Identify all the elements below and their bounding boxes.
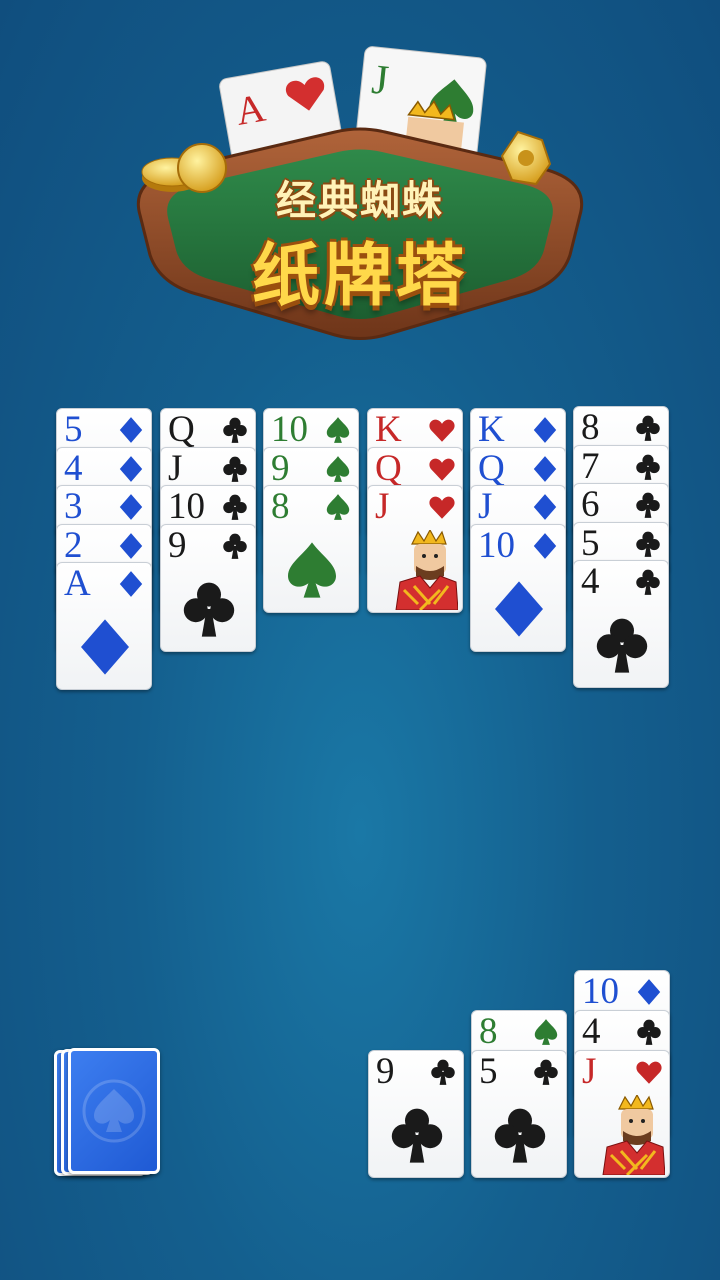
- club-icon: [223, 494, 247, 520]
- card-rank: 7: [581, 445, 600, 487]
- club-icon: [636, 454, 660, 480]
- club-icon: [636, 531, 660, 557]
- card-rank: 8: [581, 407, 600, 448]
- card-rank: 5: [479, 1051, 498, 1092]
- diamond-icon: [119, 455, 143, 482]
- diamond-icon: [533, 494, 557, 520]
- card-rank: 10: [168, 486, 205, 527]
- card-rank: 5: [64, 409, 83, 450]
- spade-icon: [288, 542, 336, 598]
- club-icon: [534, 1059, 558, 1085]
- card-9-club[interactable]: 9: [368, 1050, 464, 1178]
- card-rank: A: [64, 563, 91, 604]
- pile: 87654: [573, 406, 669, 688]
- diamond-icon: [533, 417, 557, 443]
- card-rank: J: [168, 447, 183, 489]
- card-rank: K: [375, 409, 402, 450]
- pile: 85: [471, 1010, 567, 1178]
- card-A-diamond[interactable]: A: [56, 562, 152, 690]
- spade-icon: [534, 1019, 558, 1045]
- pile: KQJ: [367, 408, 463, 613]
- diamond-icon: [119, 417, 143, 443]
- card-rank: Q: [168, 409, 195, 450]
- card-rank: 4: [581, 561, 600, 602]
- card-rank: 2: [64, 524, 83, 566]
- spade-icon: [326, 417, 350, 443]
- card-J-heart[interactable]: J: [574, 1050, 670, 1178]
- stock-pile[interactable]: [54, 1048, 174, 1180]
- title-line-1: 经典蜘蛛: [276, 178, 444, 224]
- spade-icon: [326, 455, 350, 482]
- card-rank: 8: [479, 1011, 498, 1052]
- card-rank: 10: [582, 971, 619, 1012]
- jack-face-icon: [395, 530, 458, 610]
- diamond-icon: [533, 455, 557, 482]
- card-rank: 8: [271, 486, 290, 527]
- club-icon: [636, 569, 660, 595]
- title-line-2: 纸牌塔: [251, 237, 468, 316]
- card-back[interactable]: [68, 1048, 160, 1174]
- card-9-club[interactable]: 9: [160, 523, 256, 652]
- club-icon: [636, 492, 660, 518]
- diamond-icon: [119, 571, 143, 597]
- pile: K Q J 10: [470, 408, 566, 652]
- jack-face-icon: [602, 1095, 665, 1175]
- card-J-heart[interactable]: J: [367, 485, 463, 613]
- card-rank: 10: [271, 409, 308, 450]
- card-rank: 5: [581, 522, 600, 564]
- diamond-icon: [81, 619, 129, 675]
- diamond-icon: [119, 532, 143, 559]
- pile: 10 9 8: [263, 408, 359, 613]
- club-icon: [183, 582, 235, 637]
- card-rank: K: [478, 409, 505, 450]
- heart-icon: [429, 458, 455, 481]
- card-rank: 6: [581, 484, 600, 525]
- pile: 5432A: [56, 408, 152, 690]
- spade-icon: [82, 1079, 146, 1143]
- heart-icon: [429, 496, 455, 519]
- card-rank: 9: [168, 524, 187, 566]
- club-icon: [596, 618, 648, 673]
- card-rank: 10: [478, 524, 515, 566]
- card-rank: 3: [64, 486, 83, 527]
- game-logo: A J 经典蜘蛛 纸牌塔: [110, 40, 610, 350]
- diamond-icon: [119, 494, 143, 520]
- pile: 10 4 J: [574, 970, 670, 1178]
- spade-icon: [326, 494, 350, 520]
- card-10-diamond[interactable]: 10: [470, 523, 566, 652]
- club-icon: [636, 415, 660, 441]
- club-icon: [223, 456, 247, 482]
- card-rank: 4: [64, 447, 83, 489]
- card-rank: Q: [375, 447, 402, 489]
- club-icon: [223, 417, 247, 443]
- club-icon: [223, 533, 247, 559]
- card-4-club[interactable]: 4: [573, 560, 669, 688]
- club-icon: [391, 1108, 443, 1163]
- card-rank: J: [478, 486, 493, 527]
- card-rank: J: [582, 1051, 597, 1092]
- diamond-icon: [495, 580, 543, 637]
- diamond-icon: [533, 532, 557, 559]
- pile: Q J 10 9: [160, 408, 256, 652]
- heart-icon: [429, 419, 455, 442]
- card-rank: 4: [582, 1011, 601, 1052]
- club-icon: [637, 1019, 661, 1045]
- card-rank: J: [375, 486, 390, 527]
- card-5-club[interactable]: 5: [471, 1050, 567, 1178]
- card-8-spade[interactable]: 8: [263, 485, 359, 613]
- card-rank: 9: [271, 447, 290, 489]
- club-icon: [494, 1108, 546, 1163]
- pile: 9: [368, 1050, 464, 1178]
- club-icon: [431, 1059, 455, 1085]
- card-rank: Q: [478, 447, 505, 489]
- diamond-icon: [637, 979, 661, 1005]
- card-rank: 9: [376, 1051, 395, 1092]
- heart-icon: [636, 1061, 662, 1084]
